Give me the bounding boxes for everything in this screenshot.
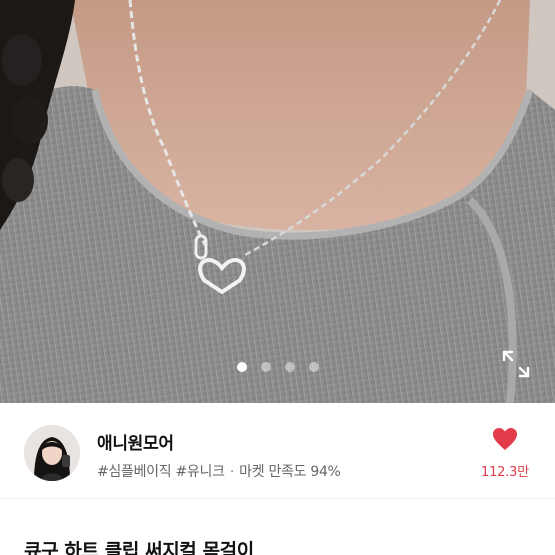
carousel-dot[interactable]	[236, 362, 247, 372]
carousel-indicator	[0, 362, 555, 372]
heart-icon	[493, 428, 517, 450]
carousel-dot[interactable]	[308, 362, 319, 372]
product-image[interactable]	[0, 0, 555, 403]
like-count: 112.3만	[481, 465, 529, 480]
carousel-dot[interactable]	[284, 362, 295, 372]
seller-tag[interactable]: #심플베이직	[97, 464, 172, 480]
seller-name[interactable]: 애니원모어	[97, 429, 174, 454]
product-detail-page: 애니원모어 #심플베이직 #유니크 · 마켓 만족도 94% 112.3만 큐구…	[0, 0, 555, 555]
expand-image-button[interactable]	[498, 346, 534, 382]
seller-info[interactable]: 애니원모어 #심플베이직 #유니크 · 마켓 만족도 94% 112.3만	[0, 403, 555, 499]
market-satisfaction: 마켓 만족도 94%	[239, 464, 341, 480]
seller-tags: #심플베이직 #유니크 · 마켓 만족도 94%	[97, 461, 341, 481]
seller-avatar[interactable]	[24, 425, 80, 481]
carousel-dot[interactable]	[260, 362, 271, 372]
expand-icon	[502, 350, 530, 378]
seller-tag[interactable]: #유니크	[176, 464, 225, 480]
product-photo	[0, 0, 555, 403]
product-title: 큐구 하트 클립 써지컬 목걸이	[24, 540, 254, 555]
like-button[interactable]: 112.3만	[475, 427, 535, 480]
separator: ·	[229, 464, 234, 480]
avatar-image	[24, 425, 80, 481]
